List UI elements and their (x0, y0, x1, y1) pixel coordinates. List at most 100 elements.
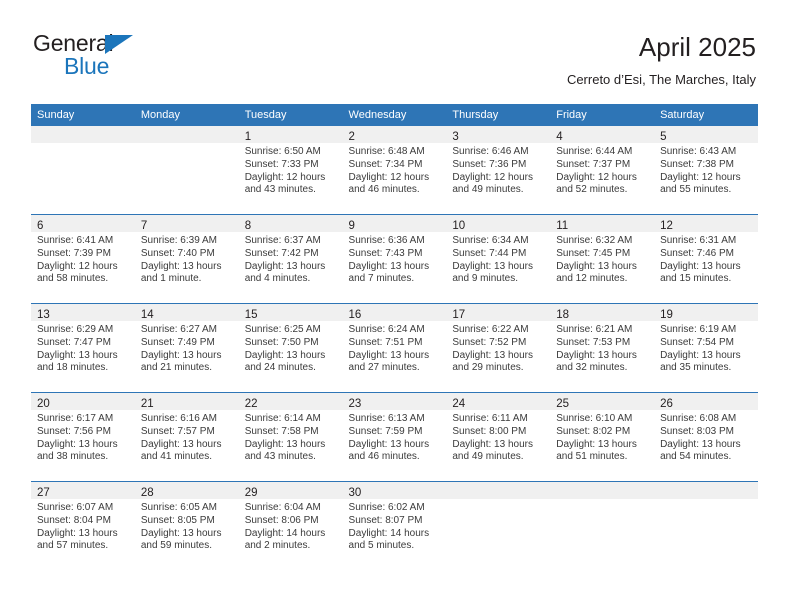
day-detail-line: Sunrise: 6:10 AM (556, 413, 633, 424)
day-number-band: 20 (31, 393, 135, 410)
calendar-day-cell[interactable]: 2 Sunrise: 6:48 AM Sunset: 7:34 PM Daylight… (342, 126, 447, 215)
calendar-day-cell[interactable]: 4 Sunrise: 6:44 AM Sunset: 7:37 PM Daylight… (550, 126, 655, 215)
calendar-day-cell[interactable]: 23 Sunrise: 6:13 AM Sunset: 7:59 PM Dayligh… (342, 392, 447, 482)
day-details: Sunrise: 6:19 AM Sunset: 7:54 PM Daylight:… (654, 321, 758, 375)
calendar-day-cell[interactable]: 29 Sunrise: 6:04 AM Sunset: 8:06 PM Dayligh… (238, 481, 343, 570)
day-detail-line: Sunset: 7:58 PM (244, 425, 319, 437)
calendar-day-cell[interactable]: 25 Sunrise: 6:10 AM Sunset: 8:02 PM Dayligh… (550, 392, 655, 482)
day-detail-line: Sunrise: 6:34 AM (452, 235, 529, 246)
day-details: Sunrise: 6:17 AM Sunset: 7:56 PM Daylight:… (31, 410, 135, 464)
day-number-band: 25 (550, 393, 655, 410)
day-details (135, 143, 239, 146)
day-detail-line: Sunset: 7:47 PM (37, 336, 111, 348)
day-detail-line: Daylight: 12 hours (452, 171, 533, 183)
calendar-day-cell[interactable]: 11 Sunrise: 6:32 AM Sunset: 7:45 PM Dayligh… (550, 214, 655, 304)
day-number-band: 28 (134, 482, 239, 499)
day-cell-inner (134, 126, 239, 214)
day-detail-line: Daylight: 13 hours (244, 349, 326, 361)
day-detail-line: Sunrise: 6:43 AM (660, 146, 737, 157)
calendar-day-cell[interactable]: 10 Sunrise: 6:34 AM Sunset: 7:44 PM Dayligh… (446, 214, 551, 304)
calendar-day-cell[interactable]: 18 Sunrise: 6:21 AM Sunset: 7:53 PM Dayligh… (550, 303, 655, 393)
day-details: Sunrise: 6:48 AM Sunset: 7:34 PM Daylight:… (343, 143, 447, 197)
calendar-day-cell[interactable]: 8 Sunrise: 6:37 AM Sunset: 7:42 PM Daylight… (238, 214, 343, 304)
calendar-week-row: 20 Sunrise: 6:17 AM Sunset: 7:56 PM Dayligh… (31, 392, 758, 482)
day-detail-line: Sunset: 7:39 PM (37, 247, 111, 259)
day-cell-inner: 27 Sunrise: 6:07 AM Sunset: 8:04 PM Dayligh… (31, 482, 135, 570)
day-number-band (31, 126, 135, 143)
calendar-day-cell[interactable]: 9 Sunrise: 6:36 AM Sunset: 7:43 PM Daylight… (342, 214, 447, 304)
day-number: 12 (660, 220, 673, 232)
day-detail-line: and 2 minutes. (244, 540, 311, 552)
day-detail-line: Sunrise: 6:31 AM (660, 235, 737, 246)
calendar-header-row: Sunday Monday Tuesday Wednesday Thursday… (31, 104, 758, 126)
day-detail-line: Sunset: 8:03 PM (660, 425, 734, 437)
calendar-day-cell[interactable]: 26 Sunrise: 6:08 AM Sunset: 8:03 PM Dayligh… (654, 392, 758, 482)
day-number: 2 (348, 131, 355, 143)
calendar-day-cell[interactable]: 3 Sunrise: 6:46 AM Sunset: 7:36 PM Daylight… (446, 126, 551, 215)
day-detail-line: Sunset: 7:44 PM (452, 247, 527, 259)
day-number-band (550, 482, 655, 499)
day-detail-line: Sunset: 7:51 PM (348, 336, 423, 348)
day-detail-line: Daylight: 13 hours (348, 260, 430, 272)
day-details: Sunrise: 6:05 AM Sunset: 8:05 PM Daylight:… (135, 499, 239, 553)
day-details (446, 499, 550, 502)
calendar-day-cell[interactable]: 28 Sunrise: 6:05 AM Sunset: 8:05 PM Dayligh… (134, 481, 239, 570)
day-detail-line: and 1 minute. (140, 273, 202, 285)
day-detail-line: and 51 minutes. (556, 451, 628, 463)
calendar-day-cell[interactable]: 16 Sunrise: 6:24 AM Sunset: 7:51 PM Dayligh… (342, 303, 447, 393)
day-detail-line: and 52 minutes. (556, 184, 628, 196)
day-number-band: 2 (342, 126, 447, 143)
day-details: Sunrise: 6:36 AM Sunset: 7:43 PM Daylight:… (343, 232, 447, 286)
page-title: April 2025 (638, 32, 756, 62)
calendar-day-cell[interactable]: 6 Sunrise: 6:41 AM Sunset: 7:39 PM Daylight… (31, 214, 135, 304)
day-detail-line: Daylight: 13 hours (660, 260, 741, 272)
day-detail-line: Sunrise: 6:04 AM (244, 502, 321, 513)
day-cell-inner (446, 482, 551, 570)
day-detail-line: Daylight: 12 hours (244, 171, 326, 183)
day-details: Sunrise: 6:31 AM Sunset: 7:46 PM Daylight:… (654, 232, 758, 286)
calendar-day-cell[interactable]: 20 Sunrise: 6:17 AM Sunset: 7:56 PM Dayligh… (31, 392, 135, 482)
day-details: Sunrise: 6:08 AM Sunset: 8:03 PM Daylight:… (654, 410, 758, 464)
day-details: Sunrise: 6:04 AM Sunset: 8:06 PM Daylight:… (239, 499, 343, 553)
calendar-day-cell[interactable]: 21 Sunrise: 6:16 AM Sunset: 7:57 PM Dayligh… (134, 392, 239, 482)
day-cell-inner: 3 Sunrise: 6:46 AM Sunset: 7:36 PM Daylight… (446, 126, 551, 214)
day-details: Sunrise: 6:21 AM Sunset: 7:53 PM Daylight:… (550, 321, 654, 375)
day-number: 29 (244, 487, 258, 499)
calendar-day-cell[interactable]: 1 Sunrise: 6:50 AM Sunset: 7:33 PM Daylight… (238, 126, 343, 215)
day-detail-line: Sunset: 7:38 PM (660, 158, 734, 170)
calendar-day-cell[interactable]: 27 Sunrise: 6:07 AM Sunset: 8:04 PM Dayligh… (31, 481, 135, 570)
calendar-day-cell[interactable]: 5 Sunrise: 6:43 AM Sunset: 7:38 PM Daylight… (654, 126, 758, 215)
day-detail-line: Sunset: 8:07 PM (348, 514, 423, 526)
day-details: Sunrise: 6:41 AM Sunset: 7:39 PM Daylight:… (31, 232, 135, 286)
calendar-day-cell[interactable]: 30 Sunrise: 6:02 AM Sunset: 8:07 PM Dayligh… (342, 481, 447, 570)
calendar-day-cell[interactable]: 7 Sunrise: 6:39 AM Sunset: 7:40 PM Daylight… (134, 214, 239, 304)
day-number: 17 (452, 309, 466, 321)
calendar-day-cell[interactable]: 13 Sunrise: 6:29 AM Sunset: 7:47 PM Dayligh… (31, 303, 135, 393)
day-cell-inner: 25 Sunrise: 6:10 AM Sunset: 8:02 PM Dayligh… (550, 393, 655, 481)
day-number: 9 (348, 220, 355, 232)
day-detail-line: Daylight: 13 hours (348, 349, 430, 361)
calendar-day-cell[interactable]: 15 Sunrise: 6:25 AM Sunset: 7:50 PM Dayligh… (238, 303, 343, 393)
calendar-day-cell[interactable]: 17 Sunrise: 6:22 AM Sunset: 7:52 PM Dayligh… (446, 303, 551, 393)
day-number-band: 27 (31, 482, 135, 499)
day-cell-inner: 23 Sunrise: 6:13 AM Sunset: 7:59 PM Dayligh… (342, 393, 447, 481)
calendar-day-cell[interactable]: 22 Sunrise: 6:14 AM Sunset: 7:58 PM Dayligh… (238, 392, 343, 482)
day-detail-line: Sunset: 7:45 PM (556, 247, 631, 259)
day-detail-line: Sunrise: 6:11 AM (452, 413, 528, 424)
day-detail-line: Daylight: 13 hours (348, 438, 430, 450)
day-number-band: 8 (238, 215, 343, 232)
day-details (550, 499, 654, 502)
day-detail-line: Sunrise: 6:22 AM (452, 324, 529, 335)
day-number: 7 (140, 220, 148, 232)
day-details: Sunrise: 6:13 AM Sunset: 7:59 PM Daylight:… (343, 410, 447, 464)
day-number: 20 (37, 398, 50, 410)
calendar-day-cell[interactable]: 14 Sunrise: 6:27 AM Sunset: 7:49 PM Dayligh… (134, 303, 239, 393)
calendar-day-cell[interactable]: 24 Sunrise: 6:11 AM Sunset: 8:00 PM Dayligh… (446, 392, 551, 482)
day-detail-line: Daylight: 14 hours (244, 527, 326, 539)
day-details: Sunrise: 6:46 AM Sunset: 7:36 PM Daylight:… (446, 143, 550, 197)
calendar-day-cell[interactable]: 19 Sunrise: 6:19 AM Sunset: 7:54 PM Dayligh… (654, 303, 758, 393)
day-number: 24 (452, 398, 466, 410)
calendar-day-cell[interactable]: 12 Sunrise: 6:31 AM Sunset: 7:46 PM Dayligh… (654, 214, 758, 304)
weekday-header-friday: Friday (550, 104, 655, 126)
day-cell-inner: 24 Sunrise: 6:11 AM Sunset: 8:00 PM Dayligh… (446, 393, 551, 481)
